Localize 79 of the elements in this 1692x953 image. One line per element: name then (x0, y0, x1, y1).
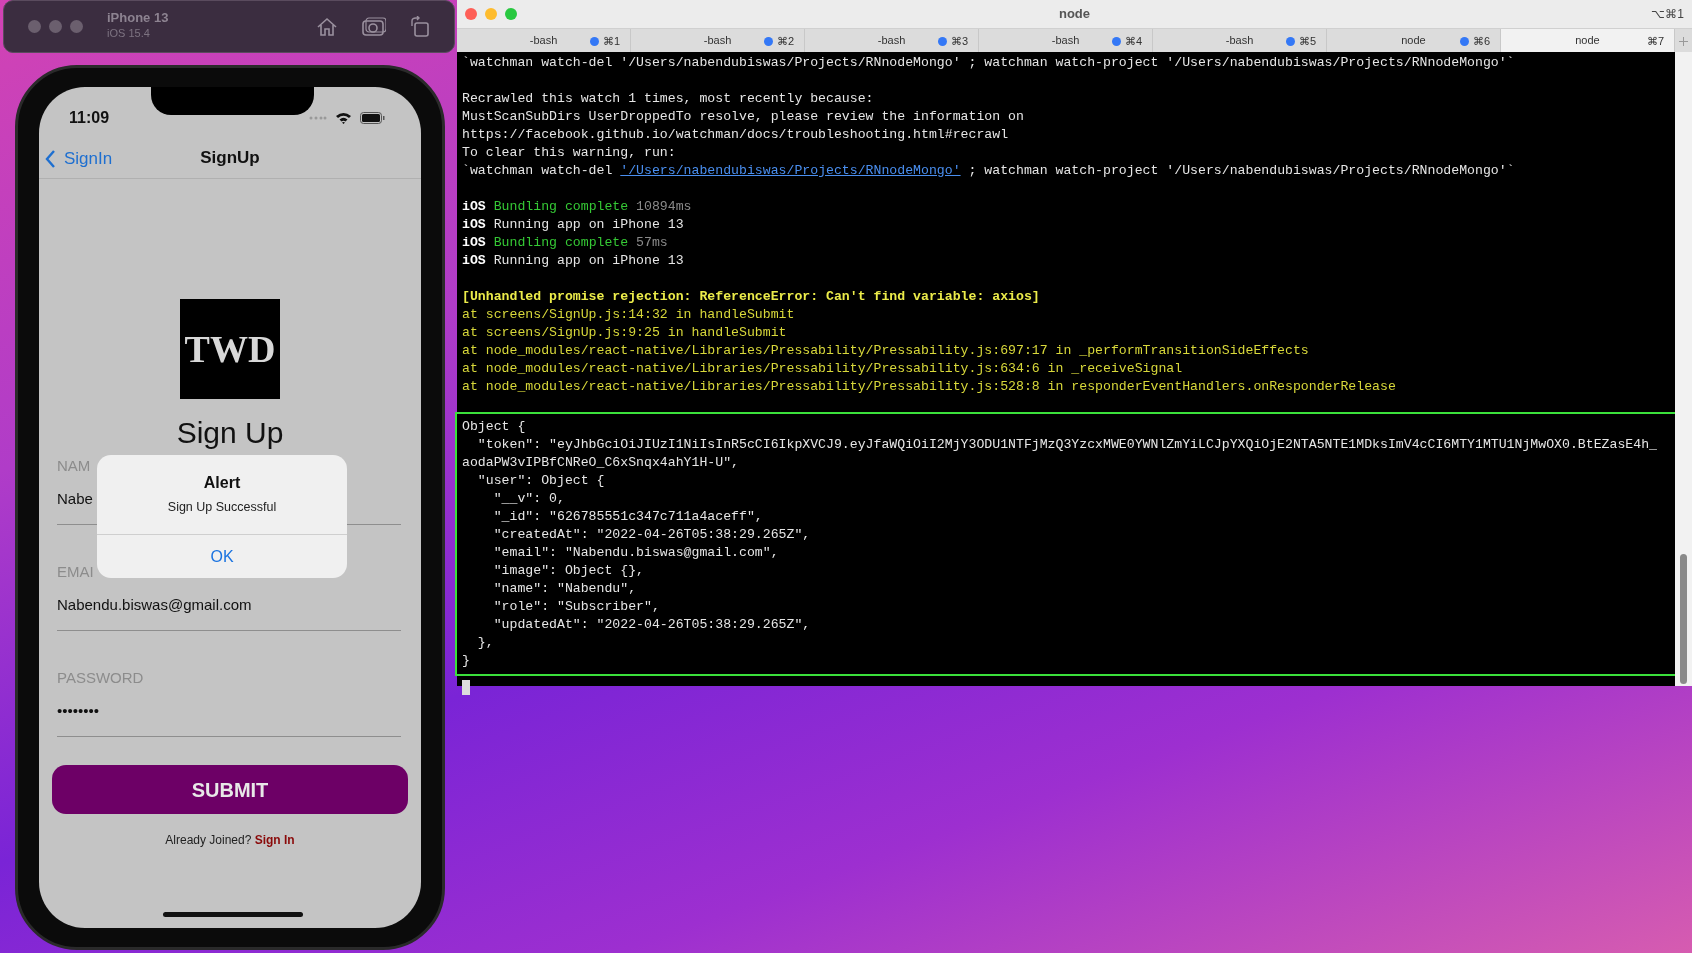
terminal-tab[interactable]: -bash ⌘1 (457, 29, 631, 52)
terminal-line: "__v": 0, (492, 490, 566, 508)
status-time: 11:09 (69, 108, 110, 128)
terminal-line: "email": "Nabendu.biswas@gmail.com", (492, 544, 780, 562)
terminal-tab[interactable]: -bash ⌘3 (805, 29, 979, 52)
camera-icon[interactable] (362, 16, 386, 37)
minimize-button[interactable] (485, 8, 497, 20)
tab-shortcut: ⌘1 (602, 34, 620, 49)
terminal-line: "user": Object { (476, 472, 606, 490)
os-version: iOS 15.4 (107, 26, 151, 42)
chevron-left-icon (45, 149, 56, 168)
terminal-tab[interactable]: -bash ⌘2 (631, 29, 805, 52)
terminal-line: iOS Running app on iPhone 13 (462, 252, 685, 270)
wifi-icon (335, 112, 352, 124)
terminal-line: To clear this warning, run: (462, 144, 677, 162)
zoom-button[interactable] (505, 8, 517, 20)
field-label: EMAI (57, 562, 95, 582)
terminal-line: `watchman watch-del '/Users/nabendubiswas/Projects/RNnodeMongo' ; watchman watch-project '/Users/nabendubiswas/Projects/RNnodeMongo'` (462, 162, 1516, 180)
input-field[interactable]: Nabendu.biswas@gmail.com (57, 583, 401, 631)
ok-button[interactable]: OK (97, 534, 347, 578)
terminal-line: at node_modules/react-native/Libraries/Pressability/Pressability.js:528:8 in responderEventHandlers.onResponderRelease (462, 378, 1397, 396)
terminal-line: } (462, 652, 471, 670)
field-label: NAM (57, 456, 92, 476)
text-cursor (462, 680, 470, 695)
terminal-line: "updatedAt": "2022-04-26T05:38:29.265Z", (492, 616, 812, 634)
home-icon[interactable] (316, 16, 338, 37)
logo: TWD (180, 299, 280, 399)
minimize-button[interactable] (49, 20, 62, 33)
battery-icon (360, 112, 385, 124)
tab-shortcut: ⌘5 (1298, 34, 1316, 49)
page-heading: Sign Up (176, 415, 284, 451)
terminal-line: "role": "Subscriber", (492, 598, 661, 616)
submit-button[interactable]: SUBMIT (52, 765, 408, 814)
terminal-tab[interactable]: node ⌘7 (1501, 29, 1675, 52)
path-link[interactable]: '/Users/nabendubiswas/Projects/RNnodeMongo' (620, 163, 961, 178)
terminal-line: at node_modules/react-native/Libraries/Pressability/Pressability.js:634:6 in _receiveSignal (462, 360, 1184, 378)
terminal-line: at screens/SignUp.js:14:32 in handleSubmit (462, 306, 796, 324)
tab-shortcut: ⌘2 (776, 34, 794, 49)
terminal-line: at node_modules/react-native/Libraries/Pressability/Pressability.js:697:17 in _performTransitionSideEffects (462, 342, 1310, 360)
terminal-line: "_id": "626785551c347c711a4aceff", (492, 508, 764, 526)
terminal-line: at screens/SignUp.js:9:25 in handleSubmit (462, 324, 788, 342)
tab-shortcut: ⌘3 (950, 34, 968, 49)
window-title: node (1058, 5, 1091, 24)
scrollbar-thumb[interactable] (1680, 554, 1687, 684)
device-name: iPhone 13 (107, 11, 170, 26)
terminal-line: [Unhandled promise rejection: ReferenceError: Can't find variable: axios] (462, 288, 1041, 306)
terminal-line: "name": "Nabendu", (492, 580, 638, 598)
rotate-icon[interactable] (410, 15, 430, 38)
field-label: PASSWORD (57, 668, 145, 688)
terminal-line: iOS Running app on iPhone 13 (462, 216, 685, 234)
input-field[interactable]: •••••••• (57, 689, 401, 737)
alert-message: Sign Up Successful (166, 499, 278, 516)
terminal-line: `watchman watch-del '/Users/nabendubiswas/Projects/RNnodeMongo' ; watchman watch-project '/Users/nabendubiswas/Projects/RNnodeMongo'` (462, 54, 1516, 72)
close-button[interactable] (28, 20, 41, 33)
footer-text: Already Joined? (165, 833, 252, 847)
tab-shortcut: ⌘7 (1646, 34, 1664, 49)
plus-icon (1679, 36, 1688, 46)
zoom-button[interactable] (70, 20, 83, 33)
terminal-line: iOS Bundling complete 10894ms (462, 198, 693, 216)
terminal-line: aodaPW3vIPBfCNReO_C6xSnqx4ahY1H-U", (462, 454, 740, 472)
terminal-line: Recrawled this watch 1 times, most recently because: (462, 90, 875, 108)
terminal-line: Object { (462, 418, 527, 436)
terminal-line: https://facebook.github.io/watchman/docs/troubleshooting.html#recrawl (462, 126, 1010, 144)
terminal-line: "image": Object {}, (492, 562, 646, 580)
alert-title: Alert (202, 473, 242, 493)
terminal-line: MustScanSubDirs UserDroppedTo resolve, please review the information on (462, 108, 1025, 126)
window-shortcut: ⌥⌘1 (1651, 6, 1684, 23)
tab-shortcut: ⌘4 (1124, 34, 1142, 49)
signal-icon (309, 116, 327, 120)
terminal-tab[interactable]: -bash ⌘4 (979, 29, 1153, 52)
terminal-line: iOS Bundling complete 57ms (462, 234, 669, 252)
terminal-line: "createdAt": "2022-04-26T05:38:29.265Z", (492, 526, 812, 544)
sign-in-link[interactable]: Sign In (254, 833, 295, 847)
nav-title: SignUp (200, 146, 260, 169)
terminal-line: }, (476, 634, 495, 652)
tab-shortcut: ⌘6 (1472, 34, 1490, 49)
terminal-tab[interactable]: -bash ⌘5 (1153, 29, 1327, 52)
terminal-line: "token": "eyJhbGciOiJIUzI1NiIsInR5cCI6IkpXVCJ9.eyJfaWQiOiI2MjY3ODU1NTFjMzQ3YzcxMWE0YWNlZmYiLCJpYXQiOjE2NTA5NTE1MDksImV4cCI6MTY1MTU1NjMwOX0.BtEZasE4h_ (476, 436, 1658, 454)
close-button[interactable] (465, 8, 477, 20)
